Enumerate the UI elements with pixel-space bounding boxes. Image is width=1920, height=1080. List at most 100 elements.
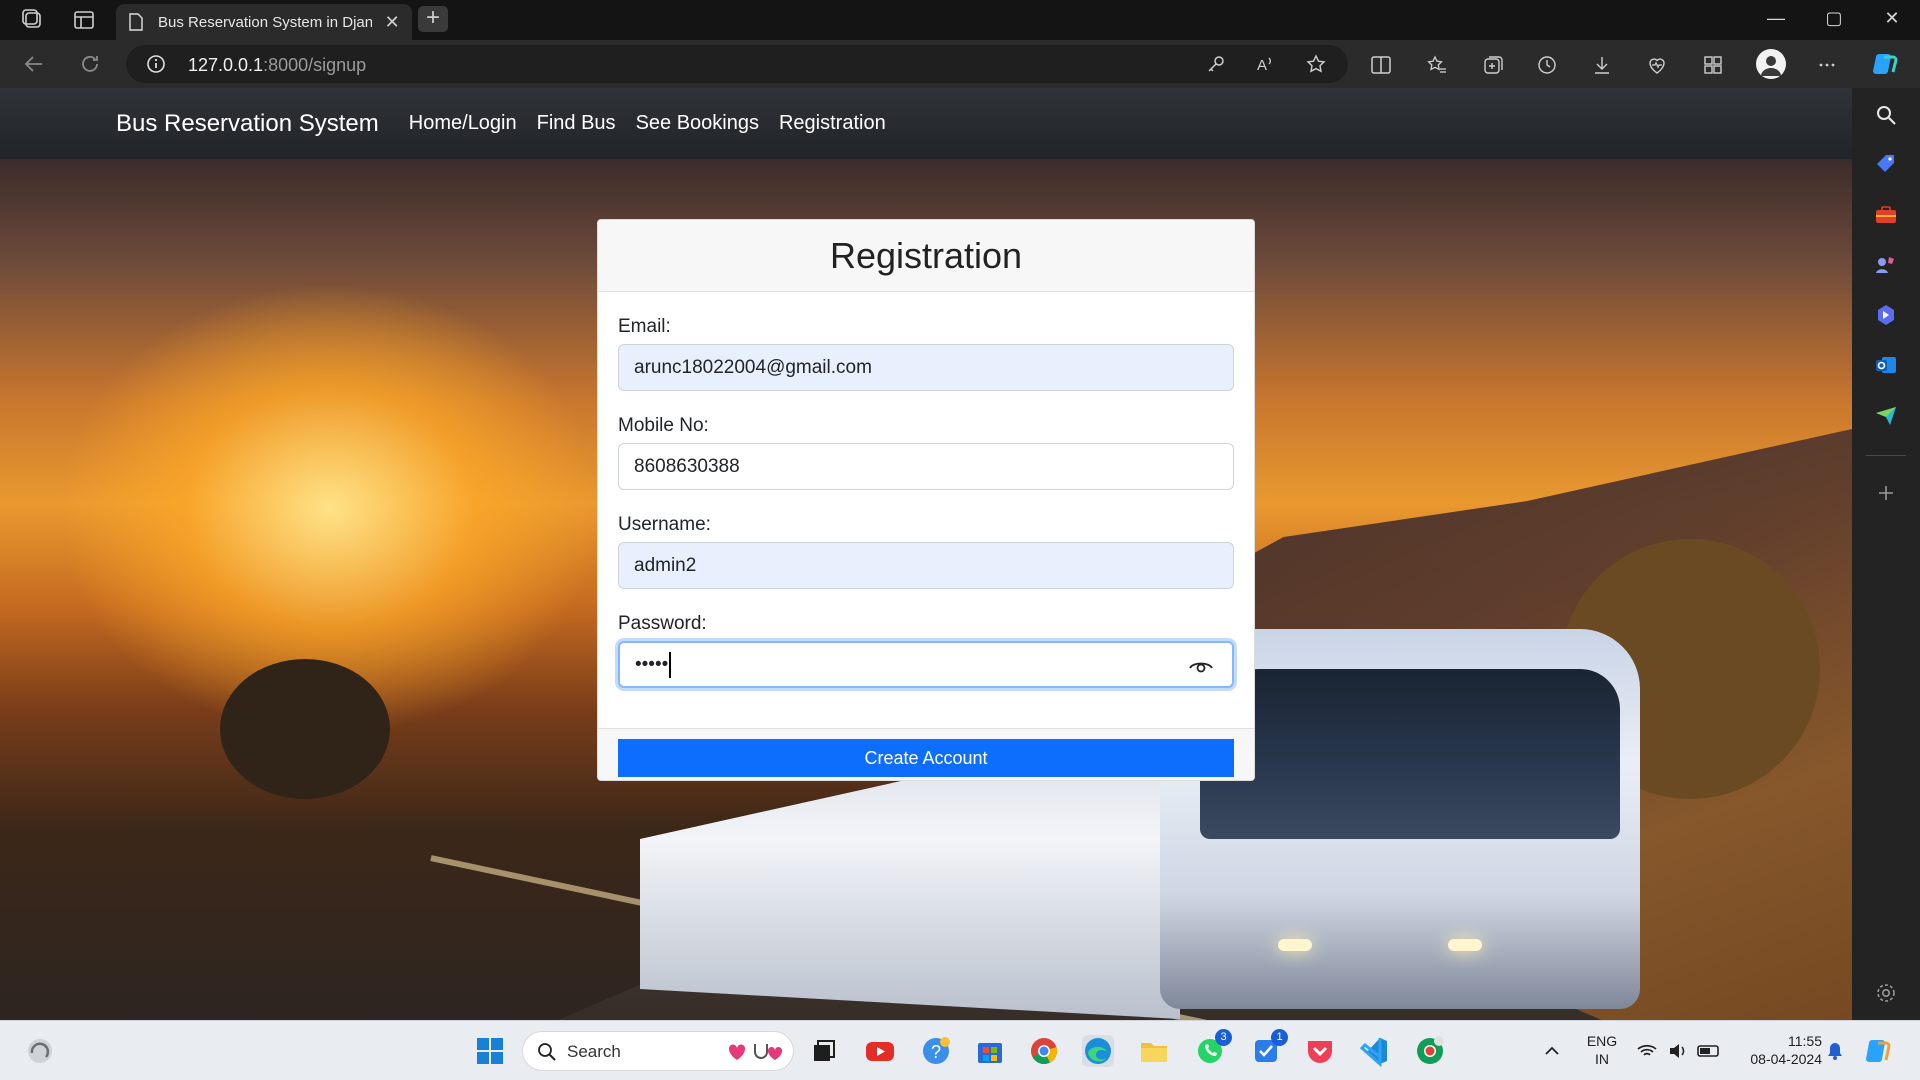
url-host: 127.0.0.1 bbox=[188, 55, 264, 75]
close-window-button[interactable]: ✕ bbox=[1880, 8, 1904, 29]
password-value: ••••• bbox=[635, 653, 669, 675]
split-screen-icon[interactable] bbox=[1370, 54, 1392, 76]
navbar-brand[interactable]: Bus Reservation System bbox=[116, 110, 379, 138]
task-view-icon[interactable] bbox=[808, 1035, 840, 1067]
email-label: Email: bbox=[618, 316, 671, 337]
back-icon[interactable] bbox=[22, 52, 46, 76]
sidebar-divider bbox=[1866, 455, 1906, 456]
nav-link-see-bookings[interactable]: See Bookings bbox=[636, 112, 759, 135]
nav-link-registration[interactable]: Registration bbox=[779, 112, 886, 135]
clock[interactable]: 11:55 08-04-2024 bbox=[1734, 1032, 1822, 1068]
todo-icon[interactable]: 1 bbox=[1250, 1029, 1288, 1067]
outlook-icon[interactable] bbox=[1874, 353, 1898, 377]
search-placeholder: Search bbox=[567, 1042, 621, 1061]
region-code: IN bbox=[1595, 1051, 1609, 1067]
form-title: Registration bbox=[829, 234, 1023, 276]
password-field[interactable]: ••••• bbox=[618, 641, 1234, 688]
minimize-button[interactable]: — bbox=[1764, 8, 1788, 29]
games-icon[interactable] bbox=[1874, 253, 1898, 277]
clock-date: 08-04-2024 bbox=[1750, 1051, 1822, 1067]
browser-tab-bar: Bus Reservation System in Djang ✕ + — ▢ … bbox=[0, 0, 1920, 40]
microsoft-store-icon[interactable] bbox=[974, 1035, 1006, 1067]
pocket-icon[interactable] bbox=[1304, 1035, 1336, 1067]
windows-start-icon[interactable] bbox=[474, 1035, 506, 1067]
file-explorer-icon[interactable] bbox=[1138, 1035, 1170, 1067]
whatsapp-icon[interactable]: 3 bbox=[1194, 1029, 1232, 1067]
more-options-icon[interactable] bbox=[1816, 54, 1838, 76]
show-hidden-icons-chevron-icon[interactable] bbox=[1540, 1035, 1564, 1067]
new-tab-button[interactable]: + bbox=[418, 6, 448, 32]
headlight-shape bbox=[1448, 939, 1482, 951]
url-path: :8000/signup bbox=[263, 55, 367, 75]
clock-time: 11:55 bbox=[1788, 1033, 1822, 1049]
search-icon[interactable] bbox=[1874, 103, 1898, 127]
taskbar-search-box[interactable]: Search bbox=[522, 1031, 794, 1071]
username-label: Username: bbox=[618, 514, 711, 535]
site-navbar: Bus Reservation System Home/Login Find B… bbox=[0, 88, 1852, 159]
search-highlight-hearts-icon bbox=[727, 1040, 787, 1069]
youtube-icon[interactable] bbox=[864, 1035, 896, 1067]
language-indicator[interactable]: ENG IN bbox=[1580, 1032, 1624, 1068]
svg-text:?: ? bbox=[931, 1042, 941, 1062]
chrome-icon[interactable] bbox=[1028, 1035, 1060, 1067]
tools-briefcase-icon[interactable] bbox=[1874, 203, 1898, 227]
whatsapp-badge: 3 bbox=[1215, 1029, 1232, 1046]
page-icon bbox=[128, 13, 144, 31]
system-tray-icons[interactable] bbox=[1634, 1035, 1730, 1067]
show-password-eye-icon[interactable] bbox=[1188, 656, 1214, 676]
refresh-icon[interactable] bbox=[78, 52, 102, 76]
copilot-icon[interactable] bbox=[1870, 50, 1898, 78]
send-icon[interactable] bbox=[1874, 403, 1898, 427]
card-footer: Create Account bbox=[598, 728, 1254, 780]
tab-title: Bus Reservation System in Djang bbox=[158, 13, 373, 31]
card-header: Registration bbox=[598, 220, 1254, 292]
collections-icon[interactable] bbox=[1482, 54, 1504, 76]
settings-gear-icon[interactable] bbox=[1874, 981, 1898, 1005]
url-text[interactable]: 127.0.0.1:8000/signup bbox=[188, 55, 366, 76]
downloads-icon[interactable] bbox=[1591, 54, 1613, 76]
tab-close-icon[interactable]: ✕ bbox=[384, 12, 400, 33]
shopping-tag-icon[interactable] bbox=[1874, 152, 1898, 176]
edge-sidebar bbox=[1852, 88, 1920, 1020]
text-caret bbox=[669, 651, 672, 678]
username-field[interactable]: admin2 bbox=[618, 542, 1234, 589]
edge-taskbar-icon[interactable] bbox=[1082, 1035, 1114, 1067]
address-bar[interactable]: 127.0.0.1:8000/signup A bbox=[126, 45, 1348, 83]
maximize-button[interactable]: ▢ bbox=[1822, 8, 1846, 29]
notification-bell-icon[interactable] bbox=[1824, 1035, 1846, 1067]
registration-card: Registration Email: arunc18022004@gmail.… bbox=[597, 219, 1255, 781]
favorites-icon[interactable] bbox=[1426, 54, 1448, 76]
bus-windshield-shape bbox=[1200, 669, 1620, 839]
favorite-star-icon[interactable] bbox=[1306, 54, 1326, 74]
browser-essentials-icon[interactable] bbox=[1646, 54, 1668, 76]
registration-form: Email: arunc18022004@gmail.com Mobile No… bbox=[598, 292, 1254, 688]
vertical-tabs-icon[interactable] bbox=[73, 9, 95, 31]
extensions-icon[interactable] bbox=[1702, 54, 1724, 76]
copilot-preview-icon[interactable] bbox=[1862, 1035, 1894, 1067]
vscode-icon[interactable] bbox=[1358, 1035, 1390, 1068]
mobile-label: Mobile No: bbox=[618, 415, 709, 436]
add-icon[interactable] bbox=[1874, 481, 1898, 505]
todo-badge: 1 bbox=[1271, 1029, 1288, 1046]
key-icon[interactable] bbox=[1206, 54, 1226, 74]
create-account-button[interactable]: Create Account bbox=[618, 739, 1234, 777]
windows-taskbar: Search ? 3 1 ENG IN 11:55 08-04-2024 bbox=[0, 1020, 1920, 1080]
tree-shape bbox=[220, 659, 390, 799]
email-field[interactable]: arunc18022004@gmail.com bbox=[618, 344, 1234, 391]
nav-link-find-bus[interactable]: Find Bus bbox=[537, 112, 616, 135]
site-info-icon[interactable] bbox=[146, 54, 166, 74]
language-code: ENG bbox=[1586, 1033, 1618, 1049]
browser-tab-active[interactable]: Bus Reservation System in Djang ✕ bbox=[116, 4, 412, 40]
profile-avatar[interactable] bbox=[1756, 49, 1786, 79]
workspaces-icon[interactable] bbox=[22, 9, 44, 31]
mobile-field[interactable]: 8608630388 bbox=[618, 443, 1234, 490]
svg-text:A: A bbox=[1257, 57, 1267, 74]
edge-dev-widget-icon[interactable] bbox=[24, 1035, 56, 1067]
nav-link-home-login[interactable]: Home/Login bbox=[409, 112, 517, 135]
chrome-dev-icon[interactable] bbox=[1414, 1035, 1446, 1067]
history-icon[interactable] bbox=[1536, 54, 1558, 76]
microsoft-365-icon[interactable] bbox=[1874, 303, 1898, 327]
copilot-taskbar-icon[interactable]: ? bbox=[920, 1035, 952, 1067]
web-page: Bus Reservation System Home/Login Find B… bbox=[0, 88, 1852, 1020]
read-aloud-icon[interactable]: A bbox=[1256, 54, 1276, 74]
